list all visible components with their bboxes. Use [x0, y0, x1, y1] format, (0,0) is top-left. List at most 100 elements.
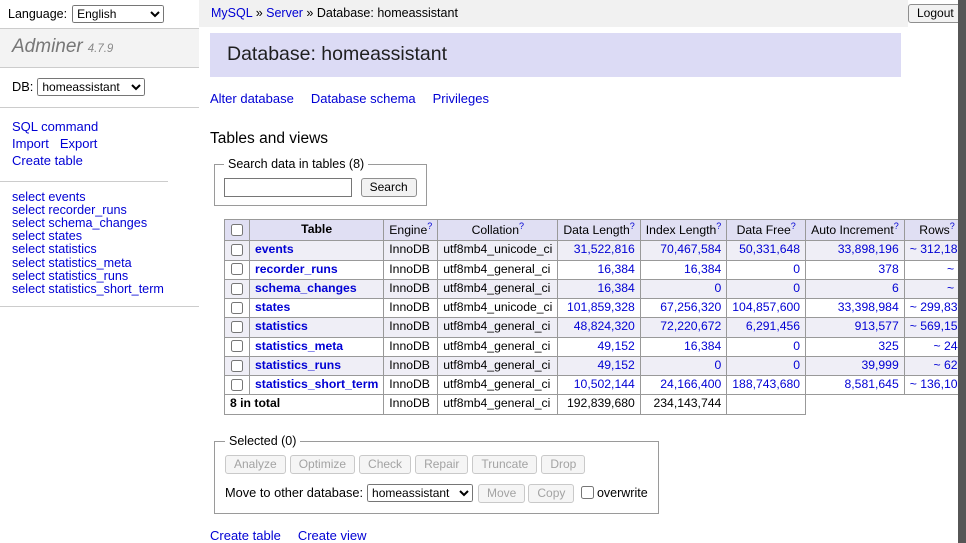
- index-length-link[interactable]: 0: [715, 358, 722, 372]
- data-length-link[interactable]: 49,152: [598, 339, 635, 353]
- data-free-link[interactable]: 104,857,600: [732, 300, 800, 314]
- index-length-link[interactable]: 72,220,672: [660, 319, 721, 333]
- auto-increment-link[interactable]: 33,398,984: [838, 300, 899, 314]
- help-link[interactable]: ?: [427, 221, 432, 231]
- table-name-link[interactable]: events: [255, 242, 294, 256]
- auto-increment-link[interactable]: 6: [892, 281, 899, 295]
- sidebar-link-import[interactable]: Import: [12, 135, 49, 152]
- sidebar-link-sql-command[interactable]: SQL command: [12, 118, 98, 135]
- auto-increment-link[interactable]: 33,898,196: [838, 242, 899, 256]
- drop-button[interactable]: Drop: [541, 455, 585, 474]
- data-free-link[interactable]: 0: [793, 281, 800, 295]
- row-checkbox[interactable]: [231, 283, 243, 295]
- scrollbar[interactable]: [958, 0, 966, 543]
- link-create-view[interactable]: Create view: [298, 528, 367, 543]
- sidebar-select-events[interactable]: select events: [12, 191, 187, 204]
- table-name-link[interactable]: statistics_meta: [255, 339, 343, 353]
- row-checkbox[interactable]: [231, 263, 243, 275]
- data-free-link[interactable]: 188,743,680: [732, 377, 800, 391]
- move-button[interactable]: Move: [478, 484, 525, 503]
- index-length-link[interactable]: 16,384: [684, 339, 721, 353]
- data-free-link[interactable]: 0: [793, 262, 800, 276]
- help-link[interactable]: ?: [950, 221, 955, 231]
- rows-estimate-link[interactable]: ~ 5: [947, 262, 958, 276]
- index-length-link[interactable]: 16,384: [684, 262, 721, 276]
- index-length-link[interactable]: 24,166,400: [660, 377, 721, 391]
- row-checkbox[interactable]: [231, 340, 243, 352]
- table-name-link[interactable]: statistics_runs: [255, 358, 341, 372]
- rows-estimate-link[interactable]: ~ 136,108: [910, 377, 958, 391]
- table-name-link[interactable]: statistics_short_term: [255, 377, 378, 391]
- copy-button[interactable]: Copy: [528, 484, 574, 503]
- help-link[interactable]: ?: [630, 221, 635, 231]
- sidebar-select-statistics_runs[interactable]: select statistics_runs: [12, 270, 187, 283]
- link-alter-database[interactable]: Alter database: [210, 91, 294, 106]
- rows-estimate-link[interactable]: ~ 244: [933, 339, 958, 353]
- data-length-link[interactable]: 101,859,328: [567, 300, 635, 314]
- data-free-link[interactable]: 0: [793, 339, 800, 353]
- move-db-select[interactable]: homeassistant: [367, 484, 473, 502]
- truncate-button[interactable]: Truncate: [472, 455, 537, 474]
- row-checkbox[interactable]: [231, 379, 243, 391]
- sidebar-select-recorder_runs[interactable]: select recorder_runs: [12, 204, 187, 217]
- optimize-button[interactable]: Optimize: [290, 455, 355, 474]
- analyze-button[interactable]: Analyze: [225, 455, 286, 474]
- repair-button[interactable]: Repair: [415, 455, 468, 474]
- data-free-link[interactable]: 6,291,456: [746, 319, 800, 333]
- sidebar-select-statistics_meta[interactable]: select statistics_meta: [12, 257, 187, 270]
- rows-estimate-link[interactable]: ~ 569,159: [910, 319, 958, 333]
- index-length-link[interactable]: 0: [715, 281, 722, 295]
- rows-estimate-link[interactable]: ~ 299,833: [910, 300, 958, 314]
- db-select[interactable]: homeassistant: [37, 78, 145, 96]
- data-length-link[interactable]: 49,152: [598, 358, 635, 372]
- language-select[interactable]: English: [72, 5, 164, 23]
- scrollbar-thumb[interactable]: [958, 0, 966, 543]
- sidebar-select-statistics_short_term[interactable]: select statistics_short_term: [12, 283, 187, 296]
- rows-estimate-link[interactable]: ~ 628: [933, 358, 958, 372]
- row-checkbox[interactable]: [231, 321, 243, 333]
- auto-increment-link[interactable]: 8,581,645: [845, 377, 899, 391]
- data-free-link[interactable]: 0: [793, 358, 800, 372]
- breadcrumb-link[interactable]: Server: [266, 6, 303, 20]
- breadcrumb-link[interactable]: MySQL: [211, 6, 252, 20]
- auto-increment-link[interactable]: 378: [878, 262, 898, 276]
- data-free-link[interactable]: 50,331,648: [739, 242, 800, 256]
- help-link[interactable]: ?: [894, 221, 899, 231]
- table-row: statesInnoDButf8mb4_unicode_ci101,859,32…: [225, 299, 959, 318]
- data-length-link[interactable]: 48,824,320: [574, 319, 635, 333]
- data-length-link[interactable]: 16,384: [598, 262, 635, 276]
- auto-increment-link[interactable]: 325: [878, 339, 898, 353]
- table-name-link[interactable]: states: [255, 300, 290, 314]
- sidebar-link-create-table[interactable]: Create table: [12, 152, 83, 169]
- table-name-link[interactable]: schema_changes: [255, 281, 357, 295]
- help-link[interactable]: ?: [791, 221, 796, 231]
- overwrite-checkbox[interactable]: [581, 486, 594, 499]
- table-name-link[interactable]: recorder_runs: [255, 262, 338, 276]
- index-length-link[interactable]: 67,256,320: [660, 300, 721, 314]
- select-all-checkbox[interactable]: [231, 224, 243, 236]
- link-privileges[interactable]: Privileges: [433, 91, 489, 106]
- help-link[interactable]: ?: [519, 221, 524, 231]
- data-length-link[interactable]: 16,384: [598, 281, 635, 295]
- index-length-link[interactable]: 70,467,584: [660, 242, 721, 256]
- rows-estimate-link[interactable]: ~ 312,180: [910, 242, 958, 256]
- search-button[interactable]: Search: [361, 178, 417, 197]
- help-link[interactable]: ?: [716, 221, 721, 231]
- data-length-link[interactable]: 10,502,144: [574, 377, 635, 391]
- selected-buttons-row: AnalyzeOptimizeCheckRepairTruncateDrop: [225, 455, 648, 474]
- search-input[interactable]: [224, 178, 352, 197]
- row-checkbox[interactable]: [231, 244, 243, 256]
- link-database-schema[interactable]: Database schema: [311, 91, 416, 106]
- row-checkbox[interactable]: [231, 360, 243, 372]
- check-button[interactable]: Check: [359, 455, 411, 474]
- auto-increment-link[interactable]: 913,577: [855, 319, 899, 333]
- auto-increment-link[interactable]: 39,999: [861, 358, 898, 372]
- logout-button[interactable]: Logout: [908, 4, 963, 23]
- row-checkbox[interactable]: [231, 302, 243, 314]
- sidebar-link-export[interactable]: Export: [60, 135, 98, 152]
- data-length-link[interactable]: 31,522,816: [574, 242, 635, 256]
- rows-estimate-link[interactable]: ~ 3: [947, 281, 958, 295]
- sidebar-select-statistics[interactable]: select statistics: [12, 243, 187, 256]
- table-name-link[interactable]: statistics: [255, 319, 308, 333]
- link-create-table[interactable]: Create table: [210, 528, 281, 543]
